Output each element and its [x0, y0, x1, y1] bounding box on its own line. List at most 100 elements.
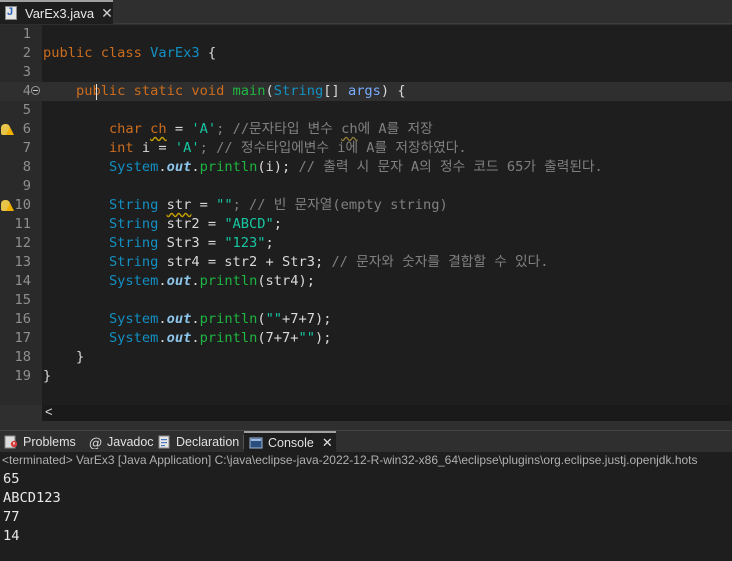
line-number: 12 [14, 235, 31, 251]
code-line[interactable]: 15 [0, 291, 732, 310]
code-token: String [108, 254, 167, 270]
console-line: 14 [3, 528, 20, 544]
close-icon[interactable]: ✕ [101, 5, 113, 22]
line-number: 16 [14, 311, 31, 327]
line-number: 8 [22, 159, 31, 175]
text-caret [96, 84, 97, 100]
code-token: // 출력 시 문자 A의 정수 코드 65가 출력된다. [298, 159, 603, 175]
scroll-left-arrow-icon[interactable]: < [45, 404, 53, 419]
code-editor[interactable]: 1 2 public class VarEx3 {3 4 public static … [0, 25, 732, 405]
close-icon[interactable]: ✕ [322, 435, 333, 451]
code-token: main [232, 83, 266, 99]
code-line[interactable]: 3 [0, 63, 732, 82]
code-line[interactable]: 4 public static void main(String[] args)… [0, 82, 732, 101]
line-number: 15 [14, 292, 31, 308]
code-token: "" [265, 311, 283, 327]
editor-tab-varex3[interactable]: J VarEx3.java ✕ [0, 0, 113, 24]
tab-problems[interactable]: Problems [4, 431, 78, 453]
code-text: String Str3 = "123"; [43, 234, 274, 253]
fold-toggle-icon[interactable] [31, 86, 40, 95]
code-line[interactable]: 5 [0, 101, 732, 120]
code-line[interactable]: 7 int i = 'A'; // 정수타입에변수 i에 A를 저장하였다. [0, 139, 732, 158]
code-token: System [108, 311, 159, 327]
code-token: } [43, 349, 85, 365]
code-token: . [191, 159, 200, 175]
code-line[interactable]: 13 String str4 = str2 + Str3; // 문자와 숫자를… [0, 253, 732, 272]
line-number: 7 [22, 140, 31, 156]
code-token: class [100, 45, 151, 61]
code-line[interactable]: 14 System.out.println(str4); [0, 272, 732, 291]
warning-bulb-icon[interactable] [1, 123, 14, 136]
warning-bulb-icon[interactable] [1, 199, 14, 212]
code-line[interactable]: 11 String str2 = "ABCD"; [0, 215, 732, 234]
code-line[interactable]: 1 [0, 25, 732, 44]
line-number: 1 [22, 26, 31, 42]
code-token: "123" [224, 235, 266, 251]
code-token: System [108, 273, 159, 289]
code-token: VarEx3 [150, 45, 200, 61]
code-token: str [166, 197, 192, 213]
code-token: . [158, 311, 167, 327]
code-line[interactable]: 2 public class VarEx3 { [0, 44, 732, 63]
line-number: 2 [22, 45, 31, 61]
tab-problems-label: Problems [23, 435, 76, 449]
code-text: System.out.println(i); // 출력 시 문자 A의 정수 … [43, 158, 603, 177]
line-number: 11 [14, 216, 31, 232]
code-text: } [43, 348, 84, 367]
code-token: out [166, 159, 192, 175]
svg-text:@: @ [89, 436, 102, 449]
line-number: 4 [22, 83, 31, 99]
console-icon [249, 436, 263, 450]
code-token: +7+7); [282, 311, 332, 327]
code-line[interactable]: 9 [0, 177, 732, 196]
code-token: . [191, 311, 200, 327]
code-line[interactable]: 17 System.out.println(7+7+""); [0, 329, 732, 348]
tab-javadoc[interactable]: @ Javadoc [88, 431, 154, 453]
console-line: ABCD123 [3, 490, 61, 506]
code-line[interactable]: 12 String Str3 = "123"; [0, 234, 732, 253]
java-file-icon: J [3, 5, 20, 21]
tab-console[interactable]: Console ✕ [244, 431, 336, 453]
code-token: ; [273, 216, 283, 232]
console-status: <terminated> VarEx3 [Java Application] C… [2, 453, 698, 467]
line-number: 19 [14, 368, 31, 384]
code-token: ; //문자타입 변수 [216, 121, 342, 137]
code-text: char ch = 'A'; //문자타입 변수 ch에 A를 저장 [43, 120, 433, 139]
console-line: 77 [3, 509, 20, 525]
editor-tab-label: VarEx3.java [25, 5, 95, 21]
code-token: (7+7+ [257, 330, 299, 346]
code-token: (i); [257, 159, 299, 175]
code-token: [] [323, 83, 348, 99]
code-line[interactable]: 8 System.out.println(i); // 출력 시 문자 A의 정… [0, 158, 732, 177]
tab-console-label: Console [268, 436, 314, 450]
console-output[interactable]: <terminated> VarEx3 [Java Application] C… [0, 452, 732, 561]
tab-declaration[interactable]: Declaration [157, 431, 241, 453]
code-line[interactable]: 19} [0, 367, 732, 386]
code-line[interactable]: 10 String str = ""; // 빈 문자열(empty strin… [0, 196, 732, 215]
code-token: String [108, 216, 167, 232]
code-line[interactable]: 6 char ch = 'A'; //문자타입 변수 ch에 A를 저장 [0, 120, 732, 139]
console-line: 65 [3, 471, 20, 487]
code-line[interactable]: 18 } [0, 348, 732, 367]
code-token: . [191, 330, 200, 346]
code-text: System.out.println(str4); [43, 272, 315, 291]
horizontal-scrollbar[interactable]: < [42, 404, 732, 421]
code-token: "" [216, 197, 233, 213]
declaration-icon [157, 435, 171, 449]
code-text: public class VarEx3 { [43, 44, 216, 63]
editor-tab-bar: J VarEx3.java ✕ [0, 0, 732, 24]
code-line[interactable]: 16 System.out.println(""+7+7); [0, 310, 732, 329]
code-token: . [158, 159, 167, 175]
code-token: 'A' [191, 121, 217, 137]
code-token: (str4); [257, 273, 315, 289]
code-token: ; // 정수타입에변수 i에 A를 저장하였다. [199, 140, 467, 156]
line-number: 18 [14, 349, 31, 365]
code-token: = [191, 197, 217, 213]
code-token: str2 = [166, 216, 225, 232]
javadoc-icon: @ [88, 435, 102, 451]
code-token: println [199, 311, 258, 327]
